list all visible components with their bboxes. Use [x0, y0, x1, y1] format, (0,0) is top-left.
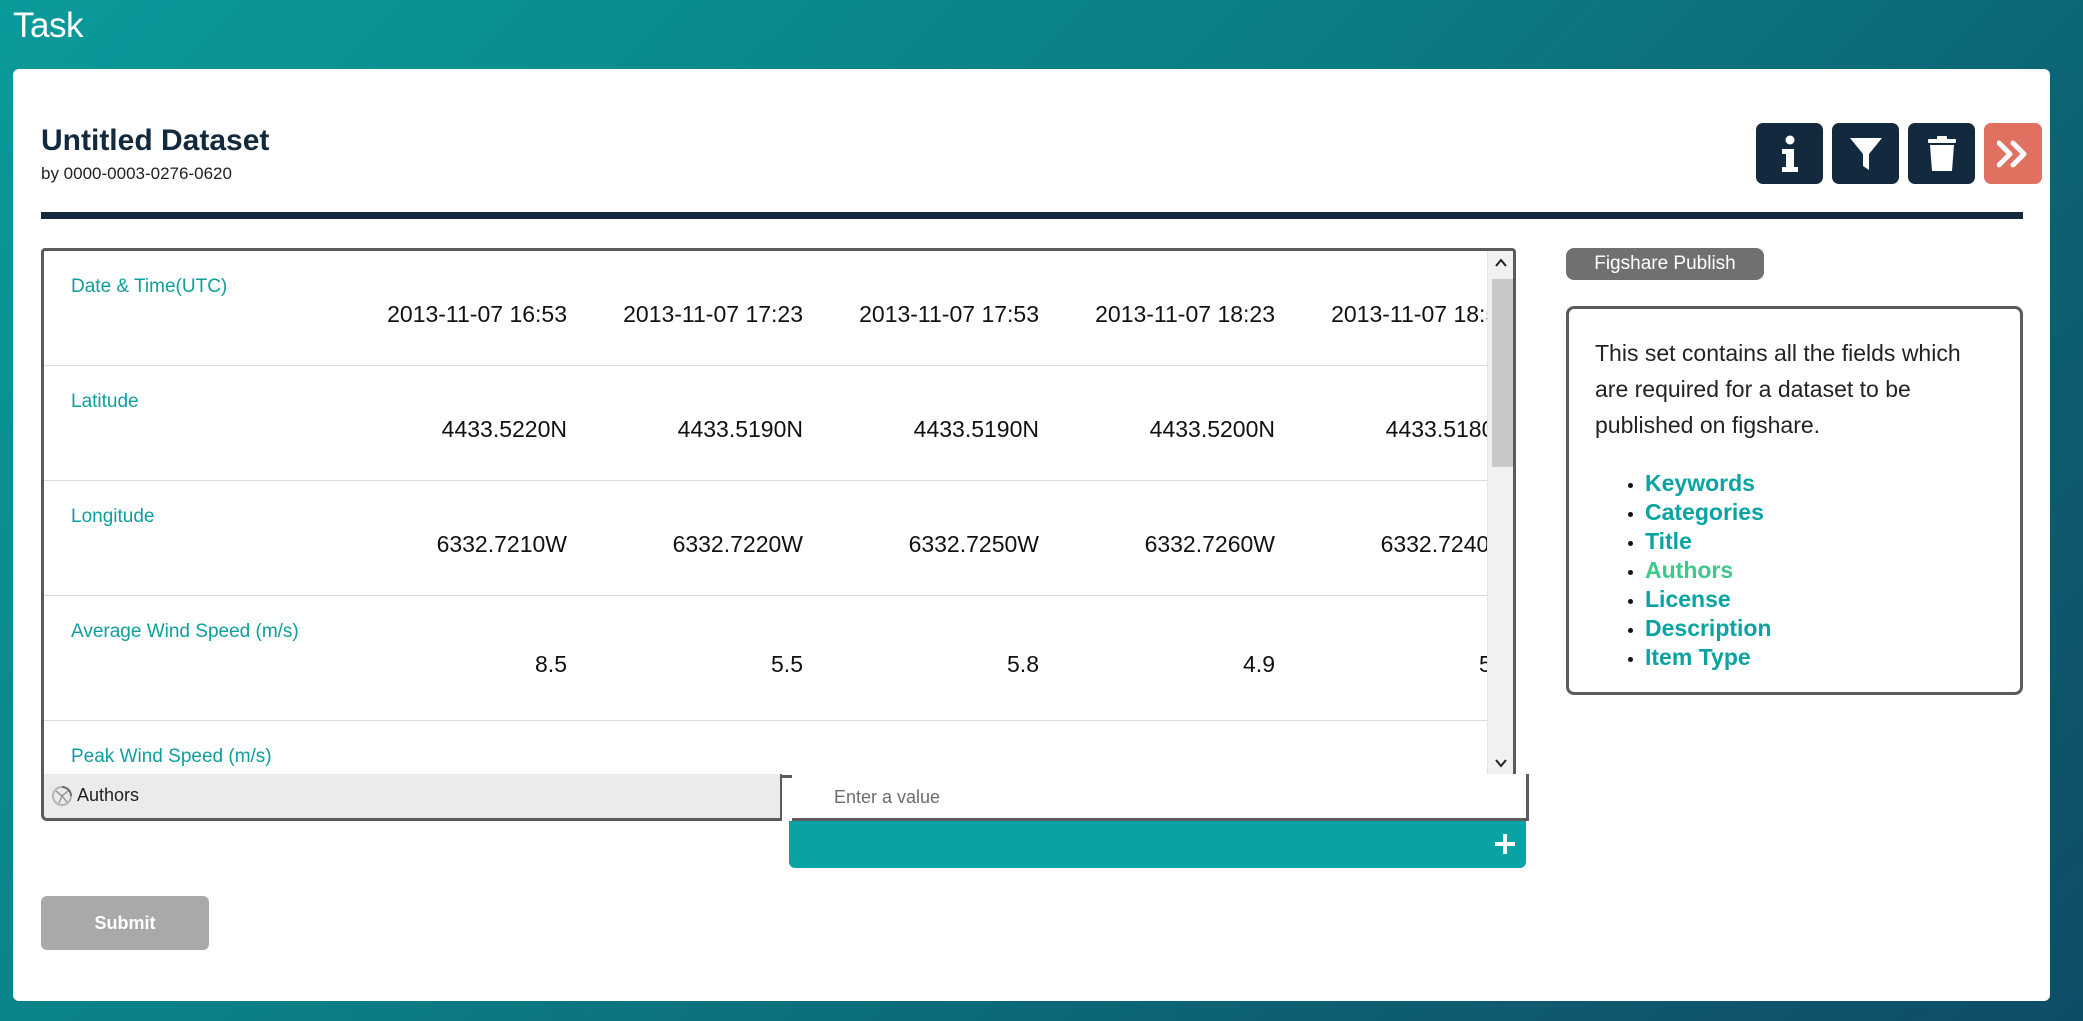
table-cell: 4433.5220N [331, 365, 567, 481]
cell-value: 4433.5200N [1149, 415, 1275, 442]
info-icon [1781, 135, 1798, 172]
table-cell: 2013-11-07 18:53 [1275, 251, 1511, 366]
cell-value: 4433.5190N [677, 415, 803, 442]
required-field-link[interactable]: Description [1645, 614, 1772, 643]
figshare-publish-badge: Figshare Publish [1566, 248, 1764, 280]
cell-value: 5.5 [1275, 639, 1511, 678]
cell-value: 4433.5180N [1385, 415, 1511, 442]
table-row: Peak Wind Speed (m/s)12.89.58.17.57.3 [44, 720, 1511, 775]
table-cell: 6332.7210W [331, 480, 567, 596]
cell-value: 6332.7210W [436, 530, 567, 557]
delete-button[interactable] [1908, 123, 1975, 184]
table-cell: 5.5 [567, 595, 803, 721]
table-scrollbar[interactable] [1487, 251, 1513, 775]
scroll-up-icon[interactable] [1493, 255, 1509, 271]
table-cell: 8.5 [331, 595, 567, 721]
next-button[interactable] [1984, 123, 2042, 184]
required-field-link[interactable]: Title [1645, 527, 1772, 556]
cell-value: 8.5 [535, 650, 567, 677]
table-cell: 7.5 [1039, 720, 1275, 775]
table-cell: 5.5 [1275, 595, 1511, 721]
table-cell: 2013-11-07 18:23 [1039, 251, 1275, 366]
dataset-title: Untitled Dataset [41, 124, 270, 157]
loading-spinner-icon [52, 786, 72, 806]
dataset-byline: by 0000-0003-0276-0620 [41, 164, 232, 183]
table-cell: 4433.5200N [1039, 365, 1275, 481]
page-title: Task [13, 6, 83, 45]
table-cell: 8.1 [803, 720, 1039, 775]
submit-button[interactable]: Submit [41, 896, 209, 950]
cell-value: 5.8 [1007, 650, 1039, 677]
plus-icon [1495, 834, 1515, 854]
table-cell: 4433.5190N [803, 365, 1039, 481]
table-row: Latitude 4433.5220N 4433.5190N 4433.5190N 44… [44, 365, 1511, 481]
cell-value: 2013-11-07 17:53 [859, 300, 1039, 327]
cell-value: 6332.7240W [1380, 530, 1511, 557]
table-cell: 4433.5180N [1275, 365, 1511, 481]
add-value-button[interactable] [789, 821, 1526, 868]
cell-value: 4.9 [1243, 650, 1275, 677]
filter-icon [1849, 137, 1882, 170]
row-label: Date & Time(UTC) [44, 251, 331, 366]
field-name: Authors [77, 785, 140, 805]
cell-value: 4433.5220N [441, 415, 567, 442]
cell-value: 2013-11-07 16:53 [387, 300, 567, 327]
scroll-down-icon[interactable] [1493, 755, 1509, 771]
required-field-link[interactable]: Item Type [1645, 643, 1772, 672]
cell-value: 4433.5190N [913, 415, 1039, 442]
table-cell: 12.8 [331, 720, 567, 775]
table-cell: 2013-11-07 16:53 [331, 251, 567, 366]
table-row: Average Wind Speed (m/s)8.55.55.84.95.5 [44, 595, 1511, 721]
table-cell: 6332.7220W [567, 480, 803, 596]
toolbar [1756, 123, 2042, 184]
table-row: Longitude 6332.7210W 6332.7220W 6332.7250W 6… [44, 480, 1511, 596]
required-field-link[interactable]: License [1645, 585, 1772, 614]
table-cell: 6332.7260W [1039, 480, 1275, 596]
required-field-link[interactable]: Categories [1645, 498, 1772, 527]
table-cell: 9.5 [567, 720, 803, 775]
value-input[interactable] [832, 782, 1496, 812]
table-cell: 4433.5190N [567, 365, 803, 481]
table-row: Date & Time(UTC) 2013-11-07 16:53 2013-11-… [44, 251, 1511, 366]
dataset-card: Untitled Dataset by 0000-0003-0276-0620 [13, 69, 2050, 1001]
table-cell: 4.9 [1039, 595, 1275, 721]
table-cell: 7.3 [1275, 720, 1511, 775]
cell-value: 2013-11-07 17:23 [623, 300, 803, 327]
cell-value: 6332.7260W [1144, 530, 1275, 557]
required-field-link[interactable]: Keywords [1645, 469, 1772, 498]
row-label: Longitude [44, 480, 331, 596]
table-cell: 6332.7250W [803, 480, 1039, 596]
table-cell: 6332.7240W [1275, 480, 1511, 596]
filter-button[interactable] [1832, 123, 1899, 184]
scroll-thumb[interactable] [1492, 279, 1513, 467]
required-field-link[interactable]: Authors [1645, 556, 1772, 585]
cell-value: 5.5 [771, 650, 803, 677]
trash-icon [1927, 135, 1956, 171]
row-label: Latitude [44, 365, 331, 481]
cell-value: 6332.7220W [672, 530, 803, 557]
table-cell: 2013-11-07 17:23 [567, 251, 803, 366]
cell-value: 6332.7250W [908, 530, 1039, 557]
requirements-description: This set contains all the fields which a… [1595, 340, 1961, 438]
authors-field-label: Authors [41, 774, 782, 821]
double-chevron-right-icon [1997, 140, 2027, 167]
required-fields-list: KeywordsCategoriesTitleAuthorsLicenseDes… [1621, 469, 1772, 672]
cell-value: 2013-11-07 18:53 [1331, 300, 1511, 327]
header-divider [41, 212, 2023, 219]
row-label: Peak Wind Speed (m/s) [44, 720, 331, 775]
table-cell: 2013-11-07 17:53 [803, 251, 1039, 366]
value-input-wrapper [792, 774, 1529, 821]
cell-value: 2013-11-07 18:23 [1095, 300, 1275, 327]
info-button[interactable] [1756, 123, 1823, 184]
requirements-panel: This set contains all the fields which a… [1566, 306, 2023, 695]
row-label: Average Wind Speed (m/s) [44, 595, 331, 721]
table-cell: 5.8 [803, 595, 1039, 721]
data-table[interactable]: Date & Time(UTC) 2013-11-07 16:53 2013-11-… [41, 248, 1516, 778]
